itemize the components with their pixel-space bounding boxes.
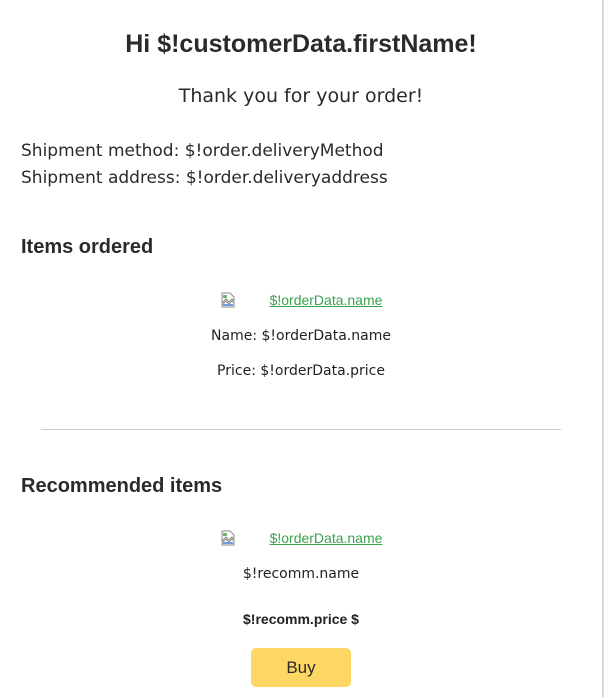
shipment-method: Shipment method: $!order.deliveryMethod bbox=[21, 141, 384, 161]
thank-you-message: Thank you for your order! bbox=[178, 85, 424, 107]
ordered-item-link[interactable]: $!orderData.name bbox=[270, 292, 383, 308]
broken-image-icon bbox=[220, 292, 236, 308]
recommended-item-name: $!recomm.name bbox=[242, 566, 360, 582]
section-divider bbox=[41, 429, 561, 430]
shipment-address: Shipment address: $!order.deliveryaddres… bbox=[21, 168, 388, 188]
broken-image-icon bbox=[220, 530, 236, 546]
items-ordered-heading: Items ordered bbox=[21, 236, 154, 258]
recommended-item-link[interactable]: $!orderData.name bbox=[270, 530, 383, 546]
recommended-item-price: $!recomm.price $ bbox=[243, 611, 359, 627]
ordered-item-price: Price: $!orderData.price bbox=[217, 363, 385, 379]
recommended-items-heading: Recommended items bbox=[21, 475, 223, 497]
ordered-item-image[interactable]: $!orderData.name bbox=[0, 291, 602, 309]
greeting-heading: Hi $!customerData.firstName! bbox=[125, 30, 477, 58]
buy-button[interactable]: Buy bbox=[251, 648, 351, 687]
ordered-item-name: Name: $!orderData.name bbox=[211, 328, 391, 344]
recommended-item-image[interactable]: $!orderData.name bbox=[0, 529, 602, 547]
